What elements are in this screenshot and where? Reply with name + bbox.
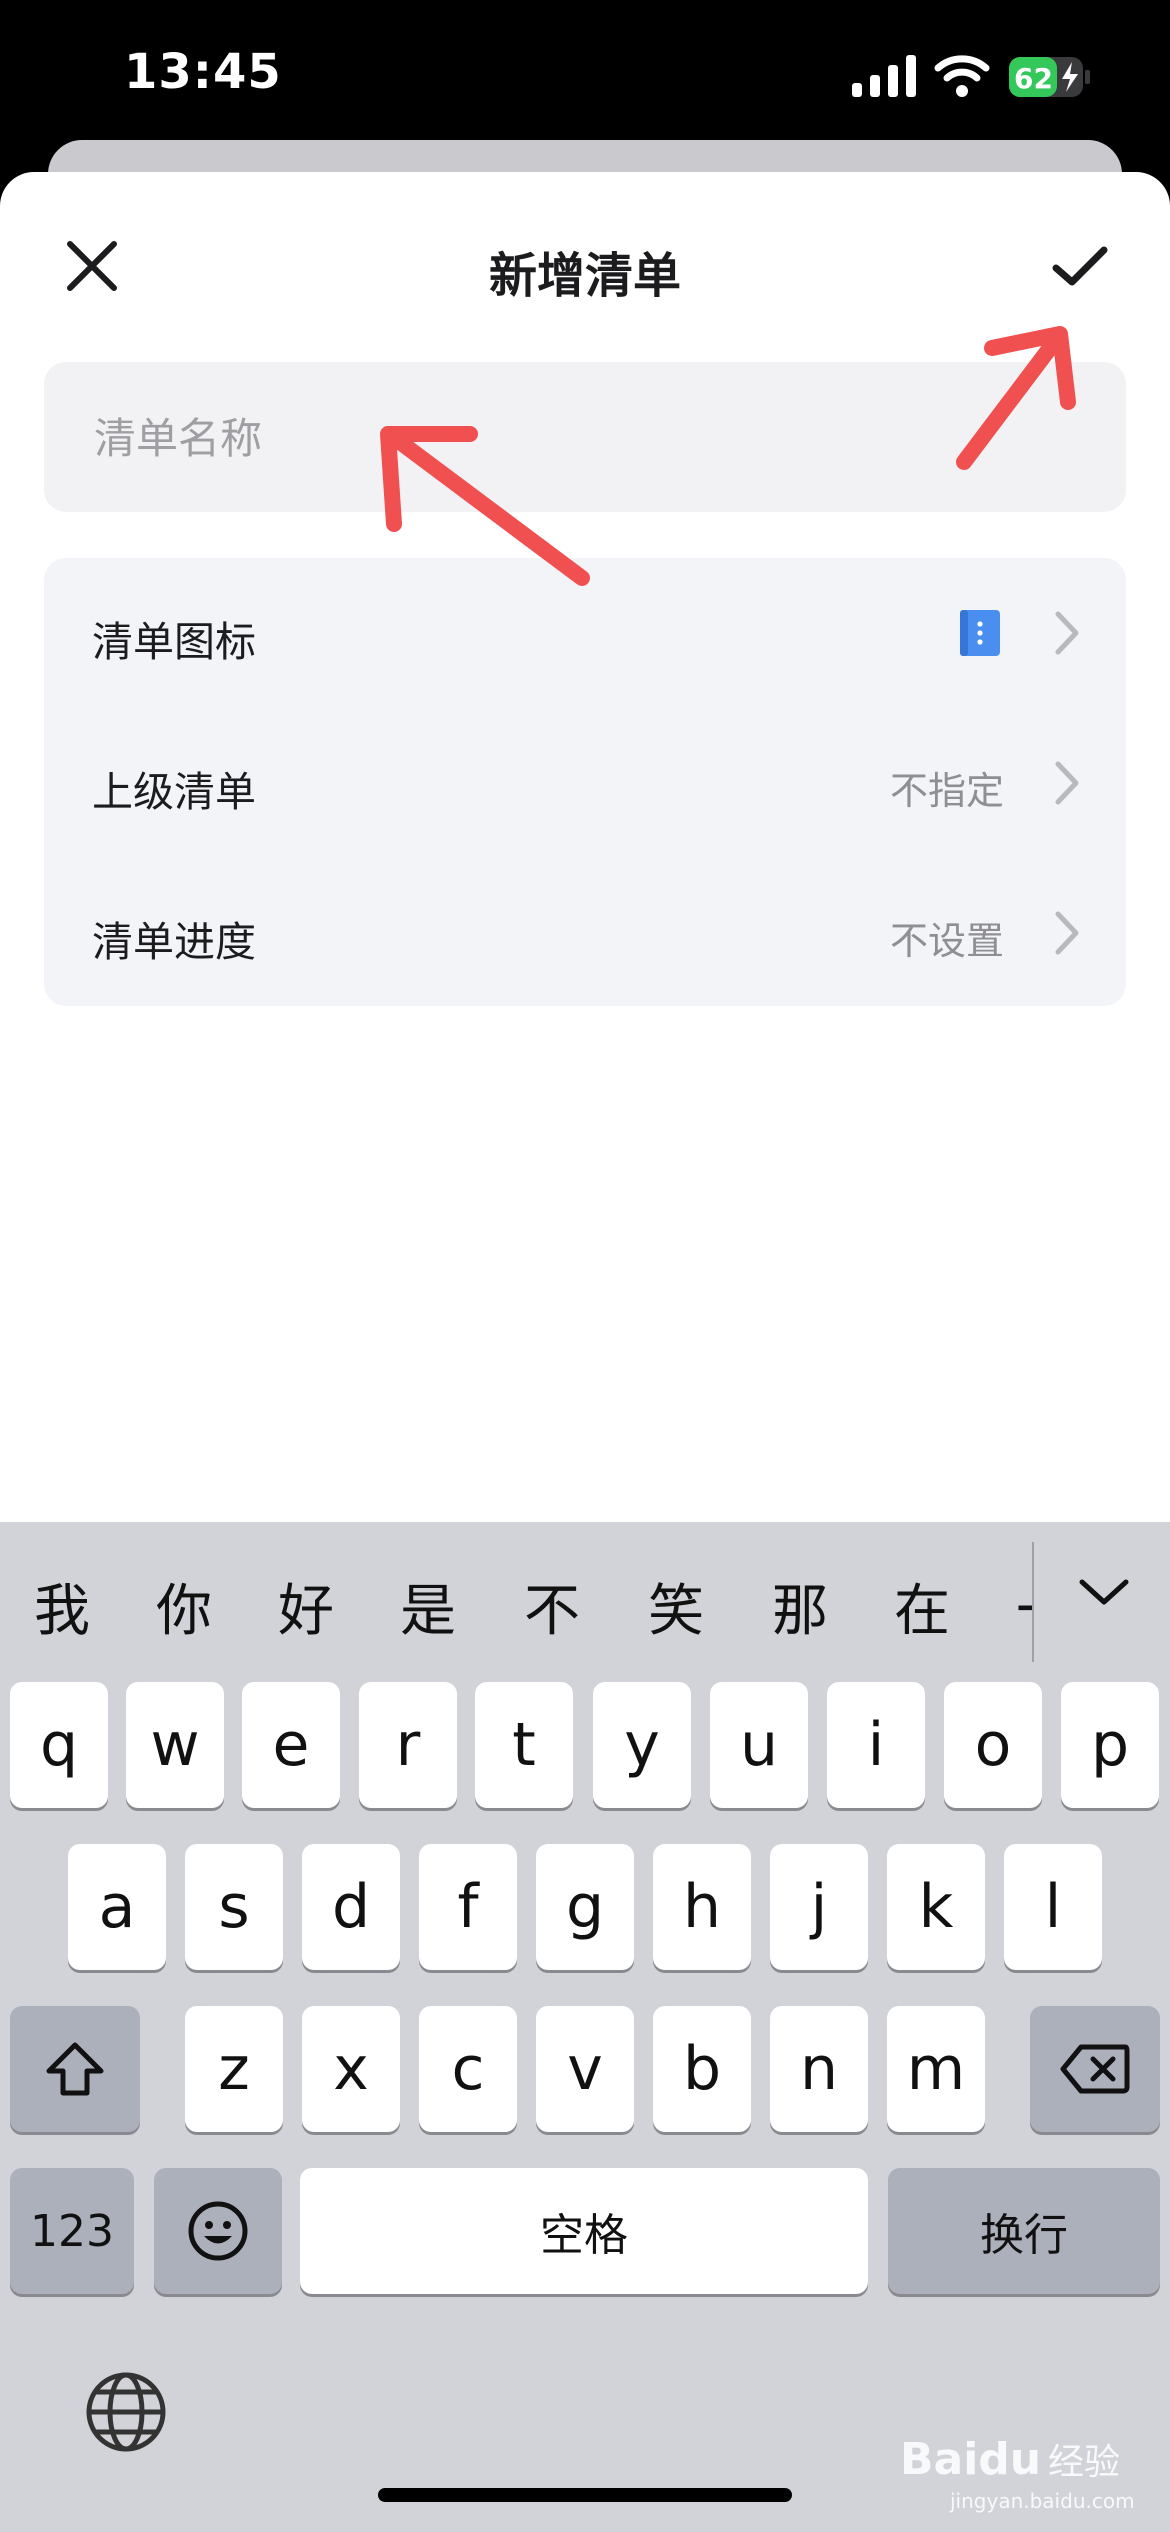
shift-icon (46, 2042, 104, 2096)
battery-icon: 62 (1009, 57, 1090, 97)
key-s[interactable]: s (185, 1844, 283, 1970)
chevron-right-icon (1055, 611, 1079, 655)
option-label: 清单图标 (92, 618, 256, 666)
key-o[interactable]: o (944, 1682, 1042, 1808)
candidate-word[interactable]: 一 (1016, 1566, 1032, 1647)
key-g[interactable]: g (536, 1844, 634, 1970)
confirm-button[interactable] (1040, 230, 1120, 302)
emoji-key[interactable] (154, 2168, 282, 2294)
numbers-key[interactable]: 123 (10, 2168, 134, 2294)
option-value: 不设置 (889, 919, 1004, 963)
key-v[interactable]: v (536, 2006, 634, 2132)
key-f[interactable]: f (419, 1844, 517, 1970)
annotation-arrow-icon (380, 426, 590, 586)
key-i[interactable]: i (827, 1682, 925, 1808)
shift-key[interactable] (10, 2006, 140, 2132)
page-title: 新增清单 (488, 248, 681, 304)
option-row-parent-list[interactable]: 上级清单 不指定 (44, 708, 1126, 858)
candidate-word[interactable]: 笑 (648, 1566, 704, 1647)
option-label: 上级清单 (92, 768, 256, 816)
chevron-down-icon[interactable] (1076, 1570, 1132, 1614)
option-value: 不指定 (889, 769, 1004, 813)
option-label: 清单进度 (92, 918, 256, 966)
key-j[interactable]: j (770, 1844, 868, 1970)
baidu-watermark-logo: Baidu 经验 jingyan.baidu.com (900, 2434, 1135, 2513)
return-key[interactable]: 换行 (888, 2168, 1160, 2294)
globe-icon[interactable] (84, 2370, 168, 2454)
svg-text:jingyan.baidu.com: jingyan.baidu.com (949, 2489, 1135, 2513)
chevron-right-icon (1055, 761, 1079, 805)
candidate-bar: 我 你 好 是 不 笑 那 在 一 (0, 1522, 1170, 1672)
wifi-icon (934, 55, 990, 97)
key-q[interactable]: q (10, 1682, 108, 1808)
candidate-divider (1032, 1542, 1034, 1662)
list-options-card: 清单图标 上级清单 不指定 清单进度 不设置 (44, 558, 1126, 1006)
key-n[interactable]: n (770, 2006, 868, 2132)
battery-level: 62 (1014, 62, 1053, 95)
key-a[interactable]: a (68, 1844, 166, 1970)
home-indicator (378, 2488, 792, 2502)
checkmark-icon (1052, 246, 1108, 286)
candidate-word[interactable]: 是 (400, 1566, 456, 1647)
candidate-word[interactable]: 好 (278, 1566, 334, 1647)
svg-text:Baidu: Baidu (900, 2434, 1041, 2485)
key-m[interactable]: m (887, 2006, 985, 2132)
key-l[interactable]: l (1004, 1844, 1102, 1970)
key-t[interactable]: t (475, 1682, 573, 1808)
key-z[interactable]: z (185, 2006, 283, 2132)
key-c[interactable]: c (419, 2006, 517, 2132)
backspace-key[interactable] (1030, 2006, 1160, 2132)
candidate-word[interactable]: 你 (156, 1566, 212, 1647)
candidate-word[interactable]: 那 (772, 1566, 828, 1647)
svg-text:经验: 经验 (1048, 2442, 1120, 2483)
key-w[interactable]: w (126, 1682, 224, 1808)
key-d[interactable]: d (302, 1844, 400, 1970)
candidate-word[interactable]: 不 (524, 1566, 580, 1647)
cellular-signal-icon (852, 55, 916, 97)
key-y[interactable]: y (593, 1682, 691, 1808)
candidate-word[interactable]: 在 (894, 1566, 950, 1647)
option-row-list-progress[interactable]: 清单进度 不设置 (44, 858, 1126, 1008)
key-p[interactable]: p (1061, 1682, 1159, 1808)
keyboard: 我 你 好 是 不 笑 那 在 一 q w e r t y u i o p a … (0, 1522, 1170, 2532)
key-k[interactable]: k (887, 1844, 985, 1970)
key-h[interactable]: h (653, 1844, 751, 1970)
key-u[interactable]: u (710, 1682, 808, 1808)
chevron-right-icon (1055, 911, 1079, 955)
annotation-arrow-icon (956, 326, 1076, 470)
space-key[interactable]: 空格 (300, 2168, 868, 2294)
candidate-word[interactable]: 我 (34, 1566, 90, 1647)
key-r[interactable]: r (359, 1682, 457, 1808)
backspace-icon (1060, 2044, 1130, 2094)
emoji-icon (188, 2201, 248, 2261)
key-x[interactable]: x (302, 2006, 400, 2132)
key-b[interactable]: b (653, 2006, 751, 2132)
key-e[interactable]: e (242, 1682, 340, 1808)
status-time: 13:45 (124, 44, 282, 100)
blue-list-icon (960, 610, 1000, 656)
